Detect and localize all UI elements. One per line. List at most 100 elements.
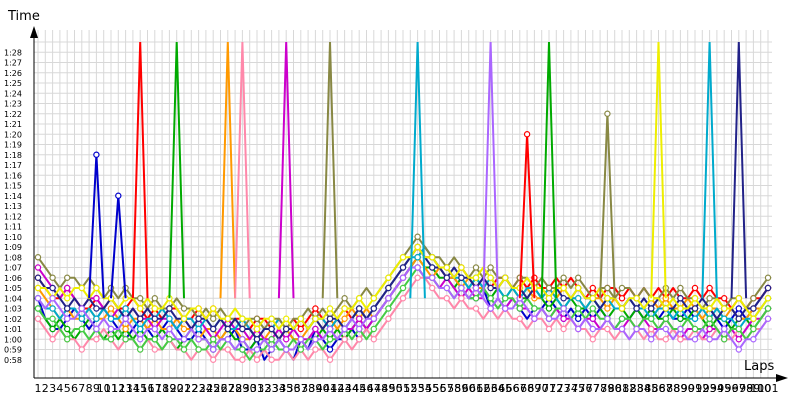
series-point	[735, 295, 743, 302]
series-point	[502, 305, 509, 312]
series-point	[618, 305, 626, 312]
series-point	[706, 315, 713, 322]
series-point	[78, 346, 86, 353]
series-point	[209, 305, 217, 312]
series-point	[224, 346, 231, 353]
series-point	[63, 274, 71, 281]
series-point	[589, 315, 597, 322]
series-point	[575, 284, 582, 292]
series-point	[399, 295, 407, 302]
series-point	[283, 346, 290, 353]
series-point	[560, 325, 567, 333]
series-point	[385, 315, 392, 322]
series-point	[429, 274, 436, 281]
series-point	[429, 284, 436, 292]
series-point	[78, 315, 86, 322]
y-tick-label: 1:15	[4, 182, 22, 191]
y-tick-label: 1:05	[4, 284, 22, 293]
series-point	[604, 305, 611, 312]
y-tick-label: 1:04	[4, 294, 22, 303]
x-tick-labels: 1 2 3 4 5 6 7 8 91011121314151617181920212223242…	[35, 382, 779, 395]
series-point	[239, 346, 246, 353]
series-point	[487, 274, 494, 281]
series-point	[151, 336, 158, 343]
series-point	[151, 295, 158, 302]
y-tick-label: 1:08	[4, 253, 22, 262]
y-axis-title: Time	[7, 9, 40, 24]
series-point	[487, 295, 494, 302]
series-point	[209, 356, 217, 363]
series-point	[370, 315, 377, 322]
series-point	[399, 254, 407, 261]
series-point	[34, 274, 42, 281]
y-tick-label: 1:26	[4, 69, 22, 78]
series-point	[136, 325, 144, 333]
series-point	[706, 336, 713, 343]
series-point	[239, 336, 246, 343]
series-point	[122, 336, 129, 343]
series-point	[575, 295, 582, 302]
series-point	[283, 325, 290, 333]
series-point	[472, 274, 480, 281]
y-tick-label: 1:00	[4, 335, 22, 344]
x-tick-label: 7	[78, 382, 85, 395]
series-point	[706, 295, 713, 302]
series-point	[341, 315, 348, 322]
series-point	[750, 295, 757, 302]
series-point	[93, 305, 100, 312]
y-tick-label: 1:13	[4, 202, 22, 211]
series-point	[575, 315, 582, 322]
series-point	[735, 305, 743, 312]
series-point	[180, 315, 188, 322]
series-point	[764, 295, 772, 302]
series-point	[209, 325, 217, 333]
series-point	[545, 295, 553, 302]
y-tick-labels: 0:580:59 1:001:011:021:03 1:041:051:061:07…	[4, 48, 22, 365]
series-point	[677, 336, 684, 343]
y-tick-label: 1:20	[4, 130, 22, 139]
series-point	[63, 295, 71, 302]
y-axis-arrow-icon	[30, 26, 38, 38]
spike-point	[115, 192, 122, 199]
series-point	[414, 264, 421, 271]
y-tick-label: 1:07	[4, 264, 22, 273]
y-tick-label: 1:11	[4, 223, 22, 232]
series-point	[312, 325, 319, 333]
series-point	[604, 295, 611, 302]
series-point	[136, 315, 144, 322]
series-point	[604, 284, 611, 292]
series-point	[721, 315, 728, 322]
series-point	[618, 284, 626, 292]
spike-point	[93, 151, 100, 158]
series-point	[136, 305, 144, 312]
series-point	[107, 325, 115, 333]
series-point	[49, 325, 56, 333]
series-point	[721, 295, 728, 302]
series-point	[224, 315, 231, 322]
y-tick-label: 1:16	[4, 171, 22, 180]
series-point	[356, 336, 363, 343]
series-point	[706, 305, 713, 312]
series-point	[648, 336, 655, 343]
series-point	[662, 315, 670, 322]
series-point	[268, 346, 275, 353]
series-point	[589, 305, 597, 312]
series-point	[385, 274, 392, 281]
series-point	[312, 346, 319, 353]
series-point	[180, 346, 188, 353]
series-point	[721, 336, 728, 343]
y-tick-label: 0:58	[4, 356, 22, 365]
series-point	[268, 336, 275, 343]
x-tick-label: 5	[64, 382, 71, 395]
series-point	[414, 233, 421, 240]
series-point	[107, 315, 115, 322]
series-point	[312, 336, 319, 343]
series-point	[502, 295, 509, 302]
y-tick-label: 1:10	[4, 233, 22, 242]
y-tick-label: 1:27	[4, 59, 22, 68]
series-point	[560, 274, 567, 281]
series-point	[268, 356, 275, 363]
series-point	[399, 264, 407, 271]
series-point	[764, 305, 772, 312]
series-point	[253, 315, 261, 322]
